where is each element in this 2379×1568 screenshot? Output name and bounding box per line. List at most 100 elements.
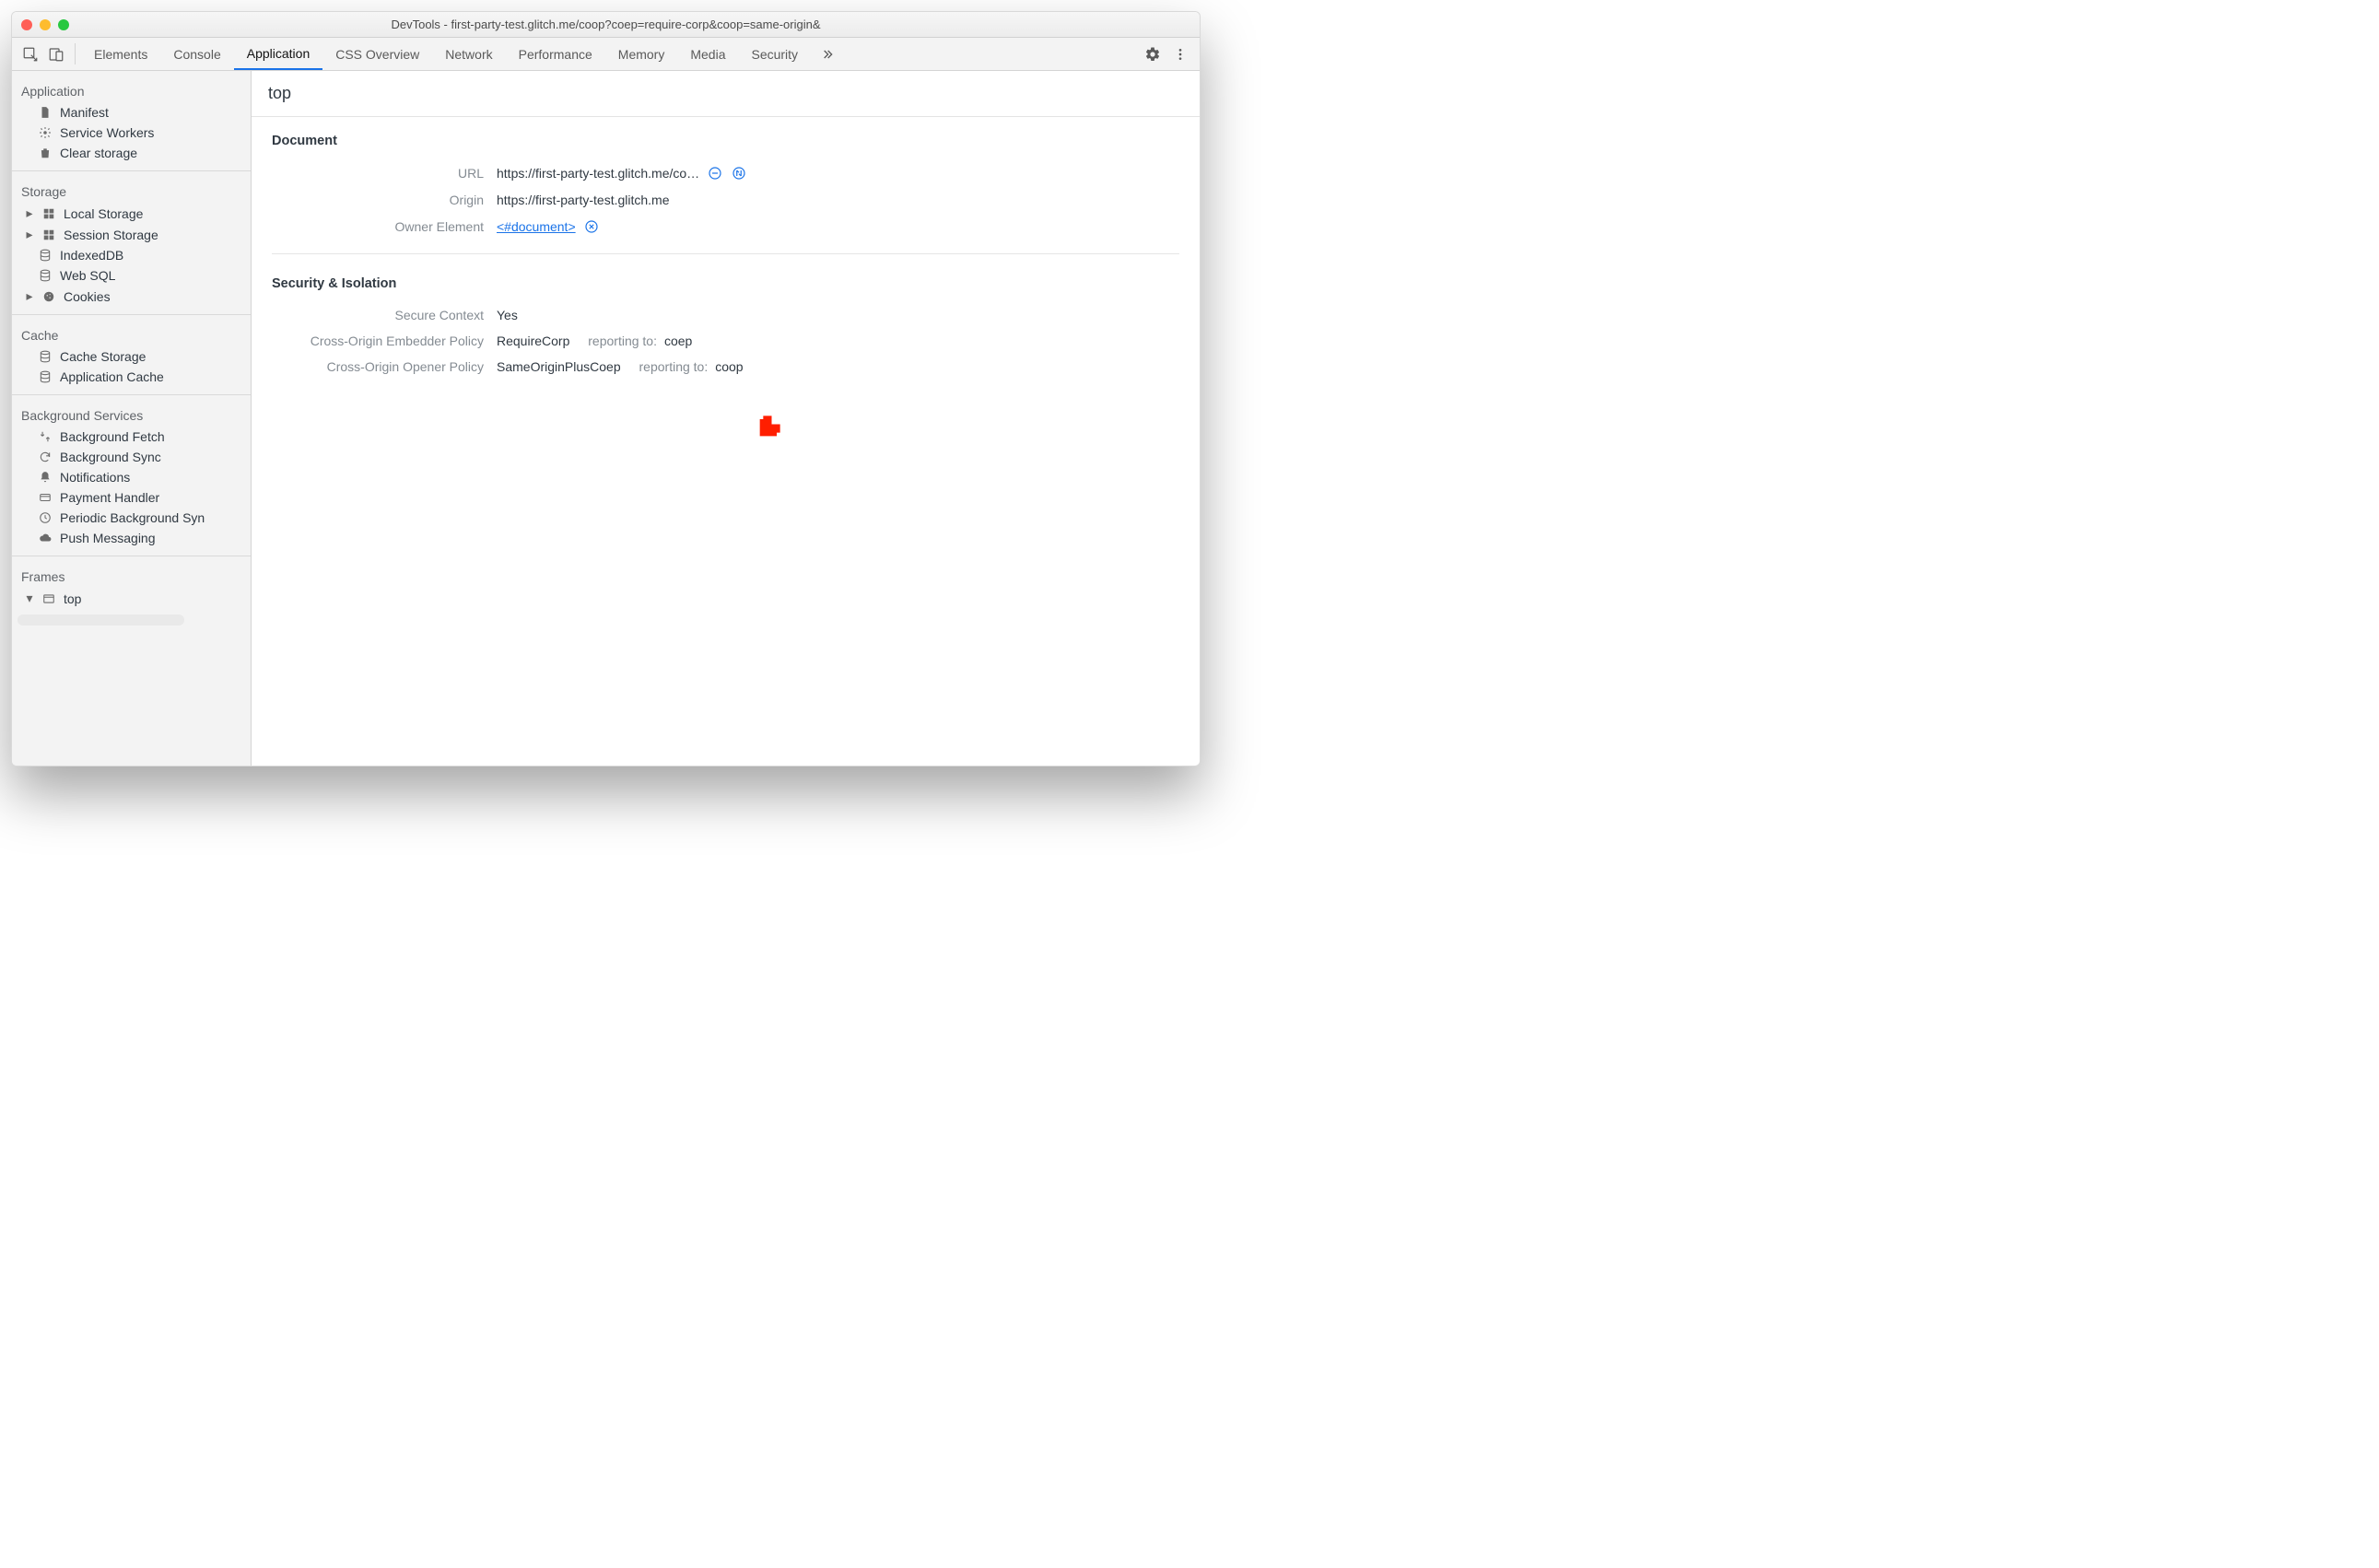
frame-detail-panel: top Document URL https://first-party-tes… <box>252 71 1200 385</box>
tab-network[interactable]: Network <box>432 38 505 70</box>
tab-application[interactable]: Application <box>234 38 323 70</box>
owner-element-link[interactable]: <#document> <box>497 219 576 234</box>
security-section: Security & Isolation Secure Context Yes … <box>252 260 1200 385</box>
sidebar-item-periodic-background-sync[interactable]: Periodic Background Syn <box>12 508 251 528</box>
value-secure-context: Yes <box>497 308 518 322</box>
sidebar-item-payment-handler[interactable]: Payment Handler <box>12 487 251 508</box>
sidebar-item-application-cache[interactable]: Application Cache <box>12 367 251 387</box>
row-coep: Cross-Origin Embedder Policy RequireCorp… <box>272 328 1179 354</box>
label-coop-reporting: reporting to: <box>639 359 709 374</box>
window-title: DevTools - first-party-test.glitch.me/co… <box>12 18 1200 31</box>
horizontal-scrollbar[interactable] <box>18 614 184 626</box>
tab-elements[interactable]: Elements <box>81 38 160 70</box>
sidebar-item-websql[interactable]: Web SQL <box>12 265 251 286</box>
reveal-in-elements-icon[interactable] <box>583 218 600 235</box>
tab-memory[interactable]: Memory <box>605 38 678 70</box>
sidebar-item-manifest[interactable]: Manifest <box>12 102 251 123</box>
tab-performance[interactable]: Performance <box>506 38 605 70</box>
database-icon <box>38 349 53 364</box>
zoom-window-button[interactable] <box>58 19 69 30</box>
sidebar-item-label: Local Storage <box>64 206 143 221</box>
inspect-element-icon[interactable] <box>18 38 43 70</box>
close-window-button[interactable] <box>21 19 32 30</box>
value-coop-reporting: coop <box>715 359 743 374</box>
sidebar-section-application: Application <box>12 78 251 102</box>
sidebar-item-local-storage[interactable]: ▸ Local Storage <box>12 203 251 224</box>
value-coop: SameOriginPlusCoep <box>497 359 621 374</box>
database-icon <box>38 248 53 263</box>
bell-icon <box>38 470 53 485</box>
label-coop: Cross-Origin Opener Policy <box>272 359 484 374</box>
sidebar-item-cache-storage[interactable]: Cache Storage <box>12 346 251 367</box>
sidebar-item-clear-storage[interactable]: Clear storage <box>12 143 251 163</box>
sidebar-item-cookies[interactable]: ▸ Cookies <box>12 286 251 307</box>
tab-media[interactable]: Media <box>677 38 738 70</box>
frame-icon <box>41 591 56 606</box>
more-menu-button[interactable] <box>1166 38 1194 70</box>
sidebar-item-label: Cache Storage <box>60 349 146 364</box>
label-secure-context: Secure Context <box>272 308 484 322</box>
row-owner-element: Owner Element <#document> <box>272 213 1179 240</box>
disclosure-triangle-icon[interactable]: ▸ <box>25 205 34 221</box>
sidebar-section-storage: Storage <box>12 179 251 203</box>
minimize-window-button[interactable] <box>40 19 51 30</box>
label-origin: Origin <box>272 193 484 207</box>
row-secure-context: Secure Context Yes <box>272 302 1179 328</box>
tab-label: Console <box>173 47 220 62</box>
gear-icon <box>1144 46 1161 63</box>
tab-label: Application <box>247 46 311 61</box>
sidebar-item-frame-top[interactable]: ▾ top <box>12 588 251 609</box>
sidebar-item-label: Notifications <box>60 470 130 485</box>
copy-url-icon[interactable] <box>707 165 723 181</box>
tab-label: Performance <box>519 47 592 62</box>
sidebar-item-background-fetch[interactable]: Background Fetch <box>12 427 251 447</box>
open-in-network-icon[interactable] <box>731 165 747 181</box>
frame-header: top <box>252 71 1200 117</box>
sidebar-item-label: Session Storage <box>64 228 158 242</box>
disclosure-triangle-icon[interactable]: ▸ <box>25 227 34 242</box>
grid-icon <box>41 228 56 242</box>
sidebar-item-label: Web SQL <box>60 268 115 283</box>
credit-card-icon <box>38 490 53 505</box>
value-origin: https://first-party-test.glitch.me <box>497 193 670 207</box>
sidebar-item-push-messaging[interactable]: Push Messaging <box>12 528 251 548</box>
tab-console[interactable]: Console <box>160 38 233 70</box>
sidebar-item-label: Manifest <box>60 105 109 120</box>
tab-css-overview[interactable]: CSS Overview <box>322 38 432 70</box>
gear-icon <box>38 125 53 140</box>
sidebar-item-service-workers[interactable]: Service Workers <box>12 123 251 143</box>
sidebar-section-frames: Frames <box>12 564 251 588</box>
file-icon <box>38 105 53 120</box>
clock-icon <box>38 510 53 525</box>
value-coep: RequireCorp <box>497 333 569 348</box>
disclosure-triangle-icon[interactable]: ▸ <box>25 288 34 304</box>
sidebar-item-label: IndexedDB <box>60 248 123 263</box>
sidebar-section-cache: Cache <box>12 322 251 346</box>
database-icon <box>38 268 53 283</box>
separator <box>75 43 76 64</box>
trash-icon <box>38 146 53 160</box>
tab-security[interactable]: Security <box>738 38 811 70</box>
sidebar-item-notifications[interactable]: Notifications <box>12 467 251 487</box>
application-sidebar[interactable]: Application Manifest Service Workers Cle… <box>12 71 252 766</box>
sidebar-item-label: Background Sync <box>60 450 161 464</box>
sidebar-item-label: Periodic Background Syn <box>60 510 205 525</box>
device-toolbar-icon[interactable] <box>43 38 69 70</box>
settings-button[interactable] <box>1139 38 1166 70</box>
document-section: Document URL https://first-party-test.gl… <box>252 117 1200 260</box>
tab-overflow[interactable] <box>811 38 844 70</box>
content: Application Manifest Service Workers Cle… <box>12 71 1200 766</box>
sidebar-item-label: Push Messaging <box>60 531 156 545</box>
devtools-tabbar: Elements Console Application CSS Overvie… <box>12 38 1200 71</box>
sidebar-item-session-storage[interactable]: ▸ Session Storage <box>12 224 251 245</box>
label-owner-element: Owner Element <box>272 219 484 234</box>
devtools-window: DevTools - first-party-test.glitch.me/co… <box>11 11 1201 766</box>
sidebar-item-background-sync[interactable]: Background Sync <box>12 447 251 467</box>
sidebar-item-label: Background Fetch <box>60 429 165 444</box>
sidebar-item-indexeddb[interactable]: IndexedDB <box>12 245 251 265</box>
titlebar: DevTools - first-party-test.glitch.me/co… <box>12 12 1200 38</box>
sidebar-item-label: Clear storage <box>60 146 137 160</box>
row-coop: Cross-Origin Opener Policy SameOriginPlu… <box>272 354 1179 380</box>
disclosure-triangle-icon[interactable]: ▾ <box>25 591 34 606</box>
sidebar-item-label: Cookies <box>64 289 111 304</box>
